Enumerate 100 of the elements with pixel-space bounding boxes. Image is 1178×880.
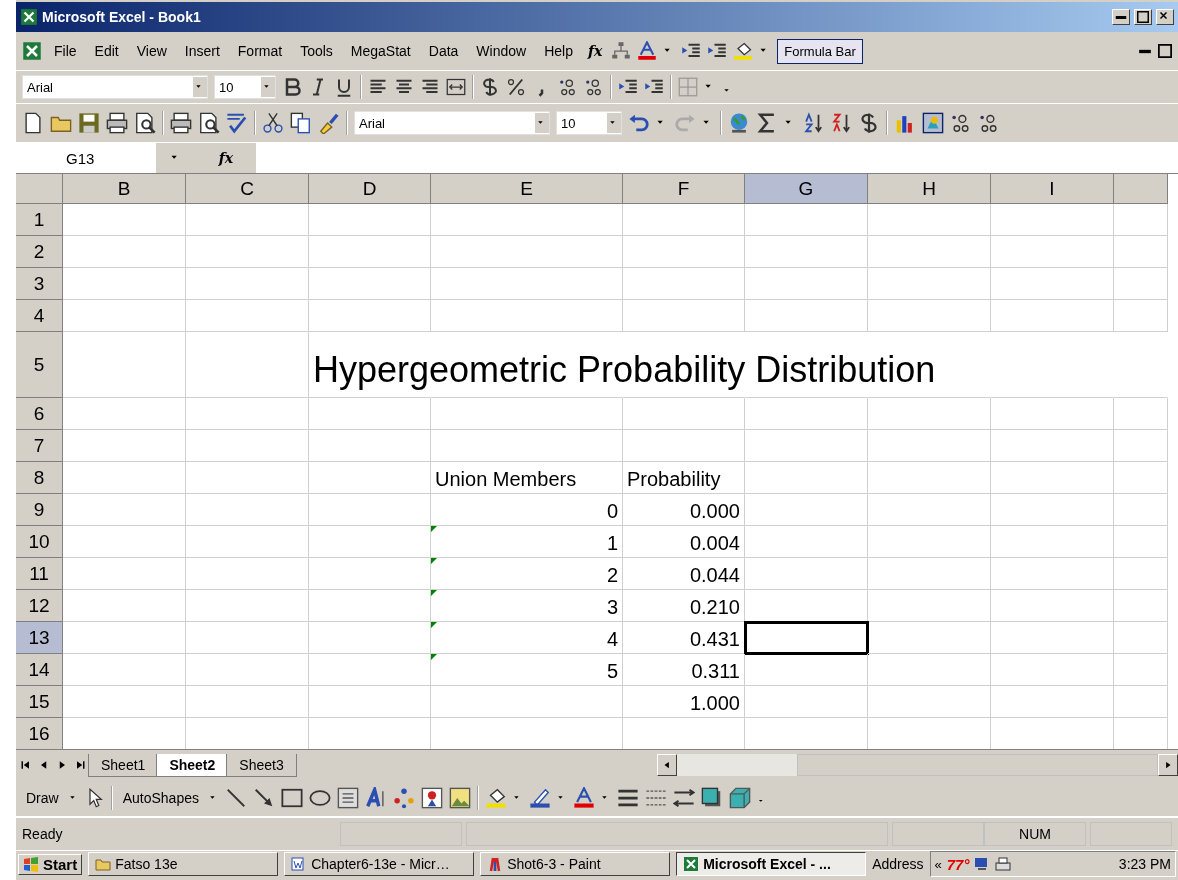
3d-style-icon[interactable] [728,787,751,809]
font-color-icon[interactable] [572,787,595,809]
draw-menu-button[interactable]: Draw [22,788,63,808]
undo-icon[interactable] [628,112,650,134]
start-button[interactable]: Start [18,853,83,875]
column-header[interactable] [1114,174,1168,204]
line-color-icon[interactable] [528,787,551,809]
close-button[interactable] [1156,9,1174,25]
currency-icon[interactable] [858,112,880,134]
column-header[interactable]: F [623,174,745,204]
percent-icon[interactable] [506,77,526,97]
column-header[interactable]: D [309,174,431,204]
column-header[interactable]: G [745,174,868,204]
printer-icon[interactable] [995,856,1012,872]
restore-button[interactable] [1134,9,1152,25]
fill-color-icon[interactable] [484,787,507,809]
diagram-icon[interactable] [392,787,415,809]
scroll-right-icon[interactable] [1163,760,1173,770]
menu-item[interactable]: Format [231,41,289,61]
taskbar-button[interactable]: Shot6-3 - Paint [480,852,671,876]
row-header[interactable]: 13 [16,622,63,654]
menu-item[interactable]: Edit [88,41,125,61]
last-sheet-icon[interactable] [74,759,86,771]
workbook-icon[interactable] [22,41,42,61]
font-name-dropdown[interactable]: Arial [354,111,550,135]
menu-item[interactable]: Help [538,41,579,61]
row-header[interactable]: 15 [16,686,63,718]
row-header[interactable]: 12 [16,590,63,622]
row-header[interactable]: 9 [16,494,63,526]
column-header[interactable]: H [868,174,991,204]
currency-icon[interactable] [480,77,500,97]
show-hidden-icons-button[interactable]: « [934,856,942,872]
row-header[interactable]: 10 [16,526,63,558]
column-header[interactable]: B [63,174,186,204]
sort-descending-icon[interactable] [830,112,852,134]
taskbar-button[interactable]: Fatso 13e [88,852,279,876]
first-sheet-icon[interactable] [20,759,32,771]
font-color-icon[interactable] [637,41,658,61]
font-size-dropdown[interactable]: 10 [214,75,276,99]
menu-item[interactable]: View [130,41,173,61]
wordart-icon[interactable] [364,787,387,809]
increase-decimal-icon[interactable] [558,77,578,97]
sheet-tab[interactable]: Sheet1 [88,753,159,777]
picture-icon[interactable] [448,787,471,809]
row-header[interactable]: 5 [16,332,63,398]
row-header[interactable]: 3 [16,268,63,300]
menu-item[interactable]: Data [422,41,465,61]
text-box-icon[interactable] [336,787,359,809]
search-document-icon[interactable] [134,112,156,134]
row-header[interactable]: 4 [16,300,63,332]
address-toolbar-label[interactable]: Address [872,856,924,872]
row-header[interactable]: 6 [16,398,63,430]
menu-item[interactable]: MegaStat [344,41,417,61]
insert-function-button[interactable]: fx [215,150,237,166]
organization-chart-icon[interactable] [611,41,632,61]
column-header[interactable]: E [431,174,623,204]
oval-icon[interactable] [308,787,331,809]
arrow-icon[interactable] [252,787,275,809]
autoshapes-menu-button[interactable]: AutoShapes [118,788,203,808]
column-header[interactable]: I [991,174,1114,204]
menu-item[interactable]: Insert [178,41,226,61]
insert-function-button[interactable]: fx [584,43,606,59]
font-name-dropdown[interactable]: Arial [22,75,208,99]
format-painter-icon[interactable] [318,112,340,134]
sheet-tab[interactable]: Sheet3 [226,753,297,777]
column-header[interactable]: C [186,174,309,204]
row-header[interactable]: 8 [16,462,63,494]
spelling-icon[interactable] [226,112,248,134]
chart-wizard-icon[interactable] [922,112,944,134]
clip-art-icon[interactable] [420,787,443,809]
row-header[interactable]: 11 [16,558,63,590]
formula-bar-button[interactable]: Formula Bar [777,38,863,64]
row-header[interactable]: 7 [16,430,63,462]
fill-color-icon[interactable] [733,41,754,61]
globe-icon[interactable] [728,112,750,134]
print-preview-icon[interactable] [198,112,220,134]
copy-icon[interactable] [290,112,312,134]
sheet-tab[interactable]: Sheet2 [156,753,229,777]
shadow-icon[interactable] [700,787,723,809]
new-document-icon[interactable] [22,112,44,134]
print-icon[interactable] [170,112,192,134]
minimize-icon[interactable] [1138,48,1152,54]
font-size-dropdown[interactable]: 10 [556,111,622,135]
active-cell[interactable] [745,622,868,654]
horizontal-scrollbar[interactable] [656,754,1178,776]
line-style-icon[interactable] [616,787,639,809]
minimize-button[interactable] [1112,9,1130,25]
arrow-style-icon[interactable] [672,787,695,809]
cut-icon[interactable] [262,112,284,134]
restore-icon[interactable] [1158,44,1172,58]
menu-item[interactable]: Tools [294,41,339,61]
decrease-decimal-icon[interactable] [584,77,604,97]
merge-and-center-icon[interactable] [446,77,466,97]
decrease-decimal-icon[interactable] [978,112,1000,134]
dash-style-icon[interactable] [644,787,667,809]
row-header[interactable]: 16 [16,718,63,749]
select-all-corner[interactable] [16,174,63,204]
row-header[interactable]: 2 [16,236,63,268]
taskbar-button[interactable]: Microsoft Excel - ... [676,852,867,876]
sort-ascending-icon[interactable] [802,112,824,134]
